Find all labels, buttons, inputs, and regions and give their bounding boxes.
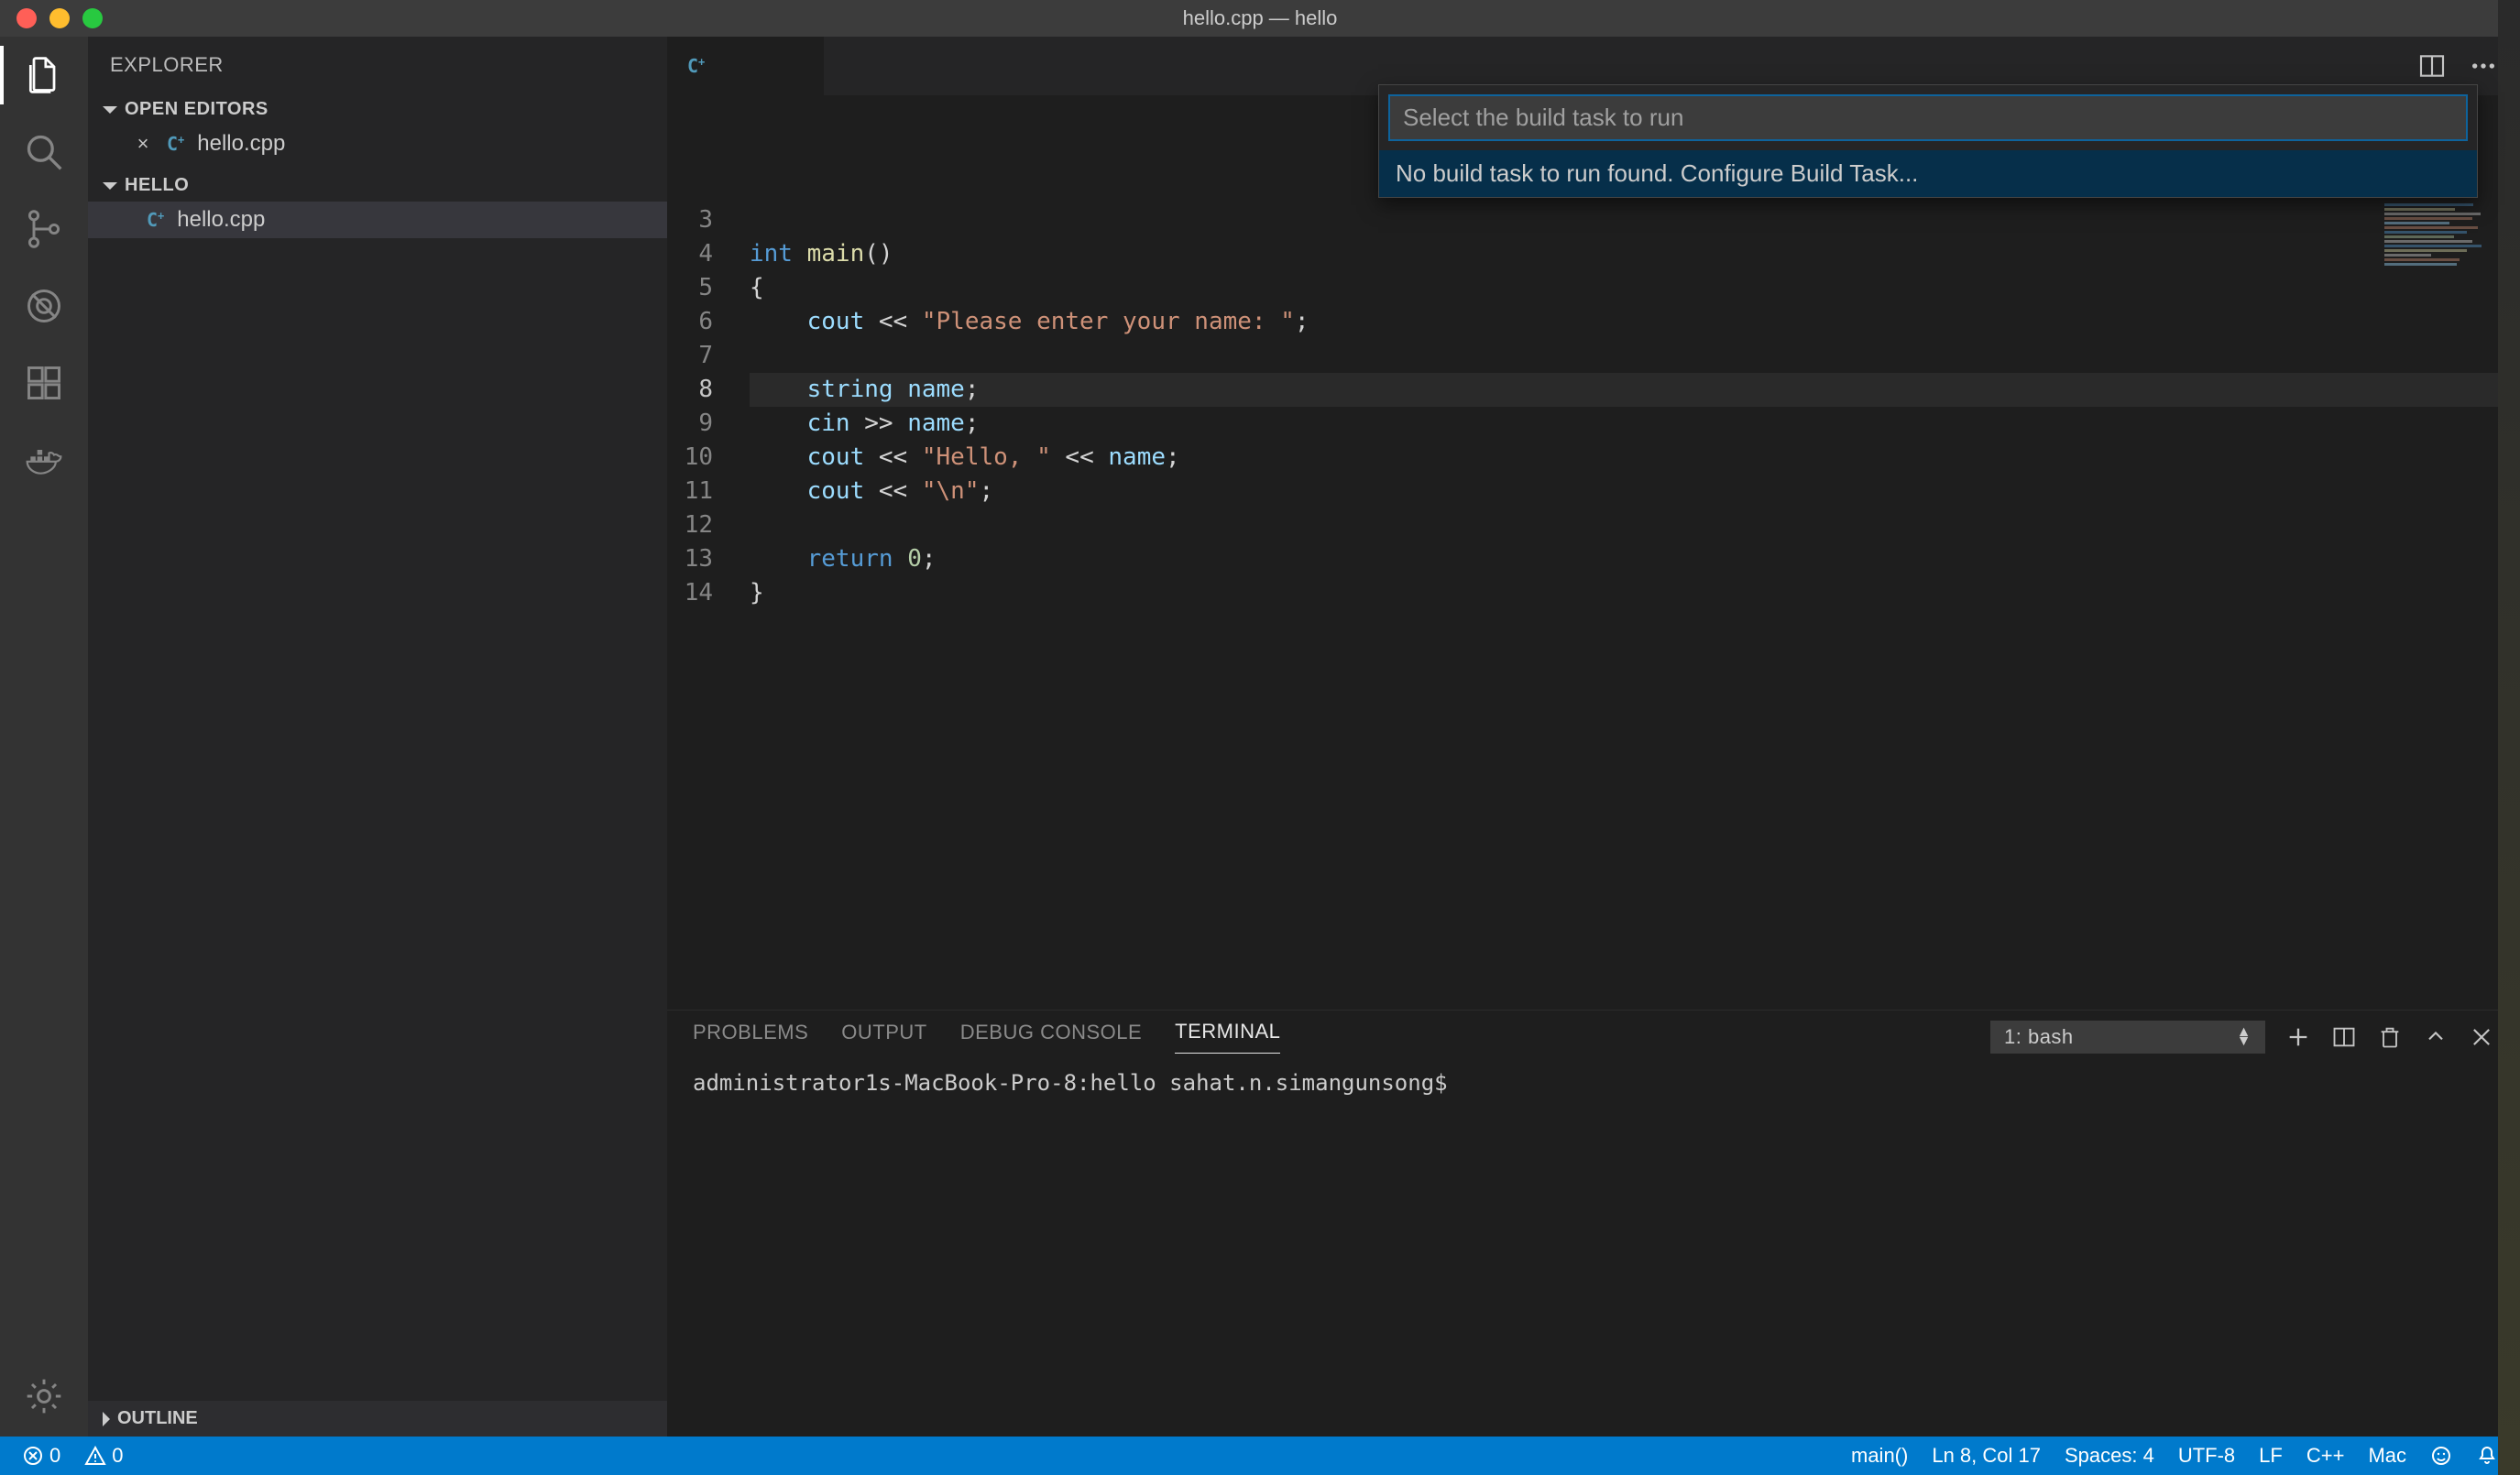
extensions-icon <box>24 363 64 403</box>
open-editors-section: OPEN EDITORS × C+ hello.cpp <box>88 90 667 166</box>
cpp-file-icon: C+ <box>687 55 705 77</box>
panel-tab-output[interactable]: OUTPUT <box>841 1021 926 1054</box>
debug-activity[interactable] <box>22 284 66 328</box>
close-editor-icon[interactable]: × <box>132 132 154 156</box>
gear-icon <box>24 1376 64 1416</box>
status-os[interactable]: Mac <box>2362 1444 2412 1468</box>
folder-section: HELLO C+ hello.cpp <box>88 166 667 242</box>
kill-terminal-icon[interactable] <box>2377 1024 2403 1050</box>
minimize-window-button[interactable] <box>49 8 70 28</box>
status-bar: 0 0 main() Ln 8, Col 17 Spaces: 4 UTF-8 … <box>0 1437 2520 1475</box>
sidebar-title: EXPLORER <box>88 37 667 90</box>
close-panel-icon[interactable] <box>2469 1024 2494 1050</box>
window-controls <box>16 8 103 28</box>
debug-icon <box>24 286 64 326</box>
window-edge <box>2498 0 2520 1475</box>
source-control-icon <box>24 209 64 249</box>
scm-activity[interactable] <box>22 207 66 251</box>
panel-tab-terminal[interactable]: TERMINAL <box>1175 1020 1280 1054</box>
panel-tabs: PROBLEMS OUTPUT DEBUG CONSOLE TERMINAL 1… <box>667 1011 2520 1054</box>
explorer-sidebar: EXPLORER OPEN EDITORS × C+ hello.cpp HEL… <box>88 37 667 1437</box>
editor-tab[interactable]: C+ hello.cpp <box>667 37 824 95</box>
smiley-icon <box>2430 1445 2452 1467</box>
window-title: hello.cpp — hello <box>1183 6 1338 30</box>
files-icon <box>24 55 64 95</box>
status-spaces[interactable]: Spaces: 4 <box>2059 1444 2160 1468</box>
outline-label: OUTLINE <box>117 1408 198 1429</box>
quick-input-box <box>1388 94 2468 141</box>
dropdown-arrows-icon: ▲▼ <box>2237 1028 2252 1046</box>
folder-label: HELLO <box>125 175 189 196</box>
outline-header[interactable]: OUTLINE <box>88 1401 667 1437</box>
terminal-prompt: administrator1s-MacBook-Pro-8:hello saha… <box>693 1070 1448 1096</box>
status-errors[interactable]: 0 <box>16 1444 66 1468</box>
quick-input-panel: No build task to run found. Configure Bu… <box>1378 84 2478 198</box>
file-name: hello.cpp <box>177 207 265 233</box>
more-actions-icon[interactable] <box>2469 51 2498 81</box>
activity-bar <box>0 37 88 1437</box>
bottom-panel: PROBLEMS OUTPUT DEBUG CONSOLE TERMINAL 1… <box>667 1010 2520 1437</box>
terminal-selector-label: 1: bash <box>2004 1025 2074 1049</box>
status-context[interactable]: main() <box>1846 1444 1913 1468</box>
quick-input-option[interactable]: No build task to run found. Configure Bu… <box>1379 150 2477 197</box>
file-tree-item[interactable]: C+ hello.cpp <box>88 202 667 238</box>
maximize-window-button[interactable] <box>82 8 103 28</box>
status-feedback[interactable] <box>2425 1445 2458 1467</box>
editor-area: C+ hello.cpp 34567891011121314 int main(… <box>667 37 2520 1437</box>
titlebar: hello.cpp — hello <box>0 0 2520 37</box>
chevron-right-icon <box>103 1412 110 1426</box>
chevron-down-icon <box>103 106 117 114</box>
maximize-panel-icon[interactable] <box>2423 1024 2449 1050</box>
quick-input-field[interactable] <box>1390 96 2466 139</box>
terminal-selector[interactable]: 1: bash ▲▼ <box>1990 1021 2265 1054</box>
error-icon <box>22 1445 44 1467</box>
status-encoding[interactable]: UTF-8 <box>2173 1444 2241 1468</box>
panel-tab-problems[interactable]: PROBLEMS <box>693 1021 808 1054</box>
close-window-button[interactable] <box>16 8 37 28</box>
status-warnings[interactable]: 0 <box>79 1444 128 1468</box>
code-editor[interactable]: 34567891011121314 int main(){ cout << "P… <box>667 95 2520 1010</box>
warning-icon <box>84 1445 106 1467</box>
line-gutter: 34567891011121314 <box>667 203 750 1010</box>
search-icon <box>24 132 64 172</box>
code-content[interactable]: int main(){ cout << "Please enter your n… <box>750 203 2520 1010</box>
terminal-content[interactable]: administrator1s-MacBook-Pro-8:hello saha… <box>667 1054 2520 1437</box>
open-editors-label: OPEN EDITORS <box>125 99 268 120</box>
settings-activity[interactable] <box>22 1374 66 1418</box>
explorer-activity[interactable] <box>22 53 66 97</box>
docker-icon <box>24 440 64 480</box>
status-language[interactable]: C++ <box>2301 1444 2350 1468</box>
minimap[interactable] <box>2384 203 2513 313</box>
split-terminal-icon[interactable] <box>2331 1024 2357 1050</box>
open-editors-header[interactable]: OPEN EDITORS <box>88 93 667 126</box>
split-editor-icon[interactable] <box>2417 51 2447 81</box>
open-editor-item[interactable]: × C+ hello.cpp <box>88 126 667 162</box>
open-editor-filename: hello.cpp <box>197 131 285 157</box>
status-position[interactable]: Ln 8, Col 17 <box>1926 1444 2046 1468</box>
cpp-file-icon: C+ <box>167 133 184 155</box>
status-eol[interactable]: LF <box>2253 1444 2288 1468</box>
docker-activity[interactable] <box>22 438 66 482</box>
extensions-activity[interactable] <box>22 361 66 405</box>
new-terminal-icon[interactable] <box>2285 1024 2311 1050</box>
search-activity[interactable] <box>22 130 66 174</box>
panel-tab-debug-console[interactable]: DEBUG CONSOLE <box>960 1021 1142 1054</box>
chevron-down-icon <box>103 182 117 190</box>
cpp-file-icon: C+ <box>147 209 164 231</box>
bell-icon <box>2476 1445 2498 1467</box>
folder-header[interactable]: HELLO <box>88 169 667 202</box>
